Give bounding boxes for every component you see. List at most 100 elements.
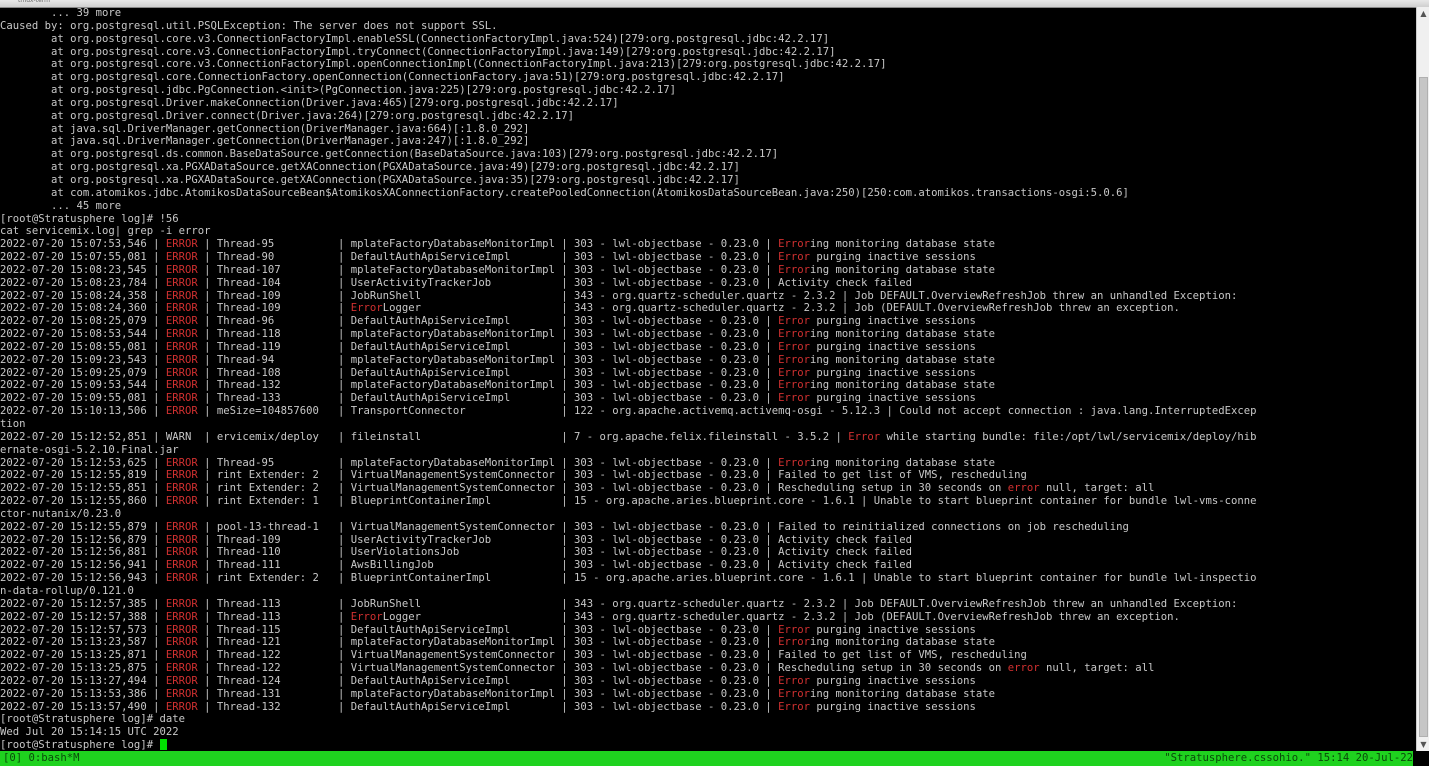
terminal-text: | rint Extender: 2 | BlueprintContainerI…	[197, 572, 1257, 585]
status-window-list[interactable]: [0] 0:bash*M	[3, 751, 80, 766]
terminal-line: 2022-07-20 15:13:23,587 | ERROR | Thread…	[0, 636, 1416, 649]
terminal-text: 2022-07-20 15:09:55,081 |	[0, 392, 166, 405]
error-highlight: Error	[778, 636, 811, 649]
terminal-text: 2022-07-20 15:07:53,546 |	[0, 238, 166, 251]
terminal-line: Wed Jul 20 15:14:15 UTC 2022	[0, 726, 1416, 739]
terminal-text: | Thread-90 | DefaultAuthApiServiceImpl …	[197, 251, 779, 264]
error-highlight: ERROR	[165, 302, 198, 315]
error-highlight: Error	[778, 623, 811, 636]
error-highlight: error	[1007, 482, 1040, 495]
terminal-line: 2022-07-20 15:12:53,625 | ERROR | Thread…	[0, 457, 1416, 470]
shell-prompt: [root@Stratusphere log]#	[0, 739, 160, 751]
terminal-text: at org.postgresql.core.ConnectionFactory…	[0, 71, 785, 84]
error-highlight: Error	[350, 610, 383, 623]
terminal-line: 2022-07-20 15:12:55,819 | ERROR | rint E…	[0, 469, 1416, 482]
terminal-line: 2022-07-20 15:12:55,851 | ERROR | rint E…	[0, 482, 1416, 495]
terminal-text: ernate-osgi-5.2.10.Final.jar	[0, 443, 179, 456]
terminal-text: at org.postgresql.Driver.makeConnection(…	[0, 96, 619, 109]
error-highlight: Error	[778, 674, 811, 687]
terminal-text: at org.postgresql.core.v3.ConnectionFact…	[0, 58, 887, 71]
terminal-text: 2022-07-20 15:12:56,941 |	[0, 559, 166, 572]
terminal-line: 2022-07-20 15:12:56,941 | ERROR | Thread…	[0, 559, 1416, 572]
terminal-text: at org.postgresql.core.v3.ConnectionFact…	[0, 32, 830, 45]
error-highlight: ERROR	[165, 495, 198, 508]
scroll-up-icon[interactable]: ▲	[1417, 7, 1429, 20]
error-highlight: ERROR	[165, 533, 198, 546]
terminal-text: purging inactive sessions	[810, 623, 976, 636]
error-highlight: ERROR	[165, 392, 198, 405]
error-highlight: ERROR	[165, 328, 198, 341]
terminal-line: n-data-rollup/0.121.0	[0, 585, 1416, 598]
terminal-text: at com.atomikos.jdbc.AtomikosDataSourceB…	[0, 186, 1129, 199]
error-highlight: ERROR	[165, 276, 198, 289]
error-highlight: ERROR	[165, 687, 198, 700]
terminal-text: [root@Stratusphere log]# !56	[0, 212, 179, 225]
terminal-line: at org.postgresql.ds.common.BaseDataSour…	[0, 148, 1416, 161]
error-highlight: Error	[778, 238, 811, 251]
error-highlight: Error	[778, 392, 811, 405]
terminal-line: 2022-07-20 15:08:23,784 | ERROR | Thread…	[0, 277, 1416, 290]
terminal-text: | Thread-95 | mplateFactoryDatabaseMonit…	[197, 238, 779, 251]
terminal-text: at org.postgresql.xa.PGXADataSource.getX…	[0, 161, 740, 174]
error-highlight: Error	[778, 353, 811, 366]
scrollbar-thumb[interactable]	[1419, 77, 1428, 737]
terminal-text: 2022-07-20 15:12:57,385 |	[0, 597, 166, 610]
terminal-line: 2022-07-20 15:08:24,358 | ERROR | Thread…	[0, 290, 1416, 303]
scroll-down-icon[interactable]: ▼	[1417, 738, 1429, 751]
error-highlight: ERROR	[165, 353, 198, 366]
error-highlight: ERROR	[165, 674, 198, 687]
terminal-line: 2022-07-20 15:12:55,860 | ERROR | rint E…	[0, 495, 1416, 508]
terminal-text: | Thread-110 | UserViolationsJob | 303 -…	[197, 546, 913, 559]
terminal-text: 2022-07-20 15:12:52,851 | WARN | ervicem…	[0, 430, 849, 443]
terminal-text: ing monitoring database state	[810, 379, 995, 392]
terminal-text: 2022-07-20 15:13:23,587 |	[0, 636, 166, 649]
terminal-text: ... 45 more	[0, 199, 122, 212]
error-highlight: Error	[778, 687, 811, 700]
terminal-text: 2022-07-20 15:12:56,881 |	[0, 546, 166, 559]
error-highlight: ERROR	[165, 469, 198, 482]
terminal-text: | Thread-119 | DefaultAuthApiServiceImpl…	[197, 340, 779, 353]
terminal-text: | Thread-115 | DefaultAuthApiServiceImpl…	[197, 623, 779, 636]
terminal-text: at org.postgresql.xa.PGXADataSource.getX…	[0, 173, 740, 186]
error-highlight: ERROR	[165, 379, 198, 392]
terminal-text: Wed Jul 20 15:14:15 UTC 2022	[0, 726, 179, 739]
error-highlight: ERROR	[165, 610, 198, 623]
terminal-line: at org.postgresql.core.v3.ConnectionFact…	[0, 58, 1416, 71]
terminal-output[interactable]: ... 39 more Caused by: org.postgresql.uti…	[0, 7, 1416, 751]
terminal-line: 2022-07-20 15:13:25,875 | ERROR | Thread…	[0, 662, 1416, 675]
terminal-window: tmux-term ... 39 more Caused by: org.post…	[0, 0, 1429, 766]
terminal-line: Caused by: org.postgresql.util.PSQLExcep…	[0, 20, 1416, 33]
terminal-text: 2022-07-20 15:12:55,819 |	[0, 469, 166, 482]
terminal-text: 2022-07-20 15:12:56,943 |	[0, 572, 166, 585]
tmux-status-bar: [0] 0:bash*M "Stratusphere.cssohio." 15:…	[0, 751, 1413, 766]
terminal-text: at org.postgresql.Driver.connect(Driver.…	[0, 109, 575, 122]
terminal-line: 2022-07-20 15:08:53,544 | ERROR | Thread…	[0, 328, 1416, 341]
terminal-text: 2022-07-20 15:13:57,490 |	[0, 700, 166, 713]
terminal-line: at org.postgresql.xa.PGXADataSource.getX…	[0, 174, 1416, 187]
vertical-scrollbar[interactable]: ▲ ▼	[1416, 7, 1429, 751]
terminal-text: Logger | 343 - org.quartz-scheduler.quar…	[382, 610, 1180, 623]
terminal-text: | Thread-122 | VirtualManagementSystemCo…	[197, 662, 1008, 675]
terminal-text: | Thread-96 | DefaultAuthApiServiceImpl …	[197, 315, 779, 328]
terminal-text: | Thread-94 | mplateFactoryDatabaseMonit…	[197, 353, 779, 366]
terminal-line: 2022-07-20 15:13:57,490 | ERROR | Thread…	[0, 701, 1416, 714]
prompt-line[interactable]: [root@Stratusphere log]#	[0, 739, 1416, 751]
terminal-line: tion	[0, 418, 1416, 431]
terminal-line: 2022-07-20 15:12:57,385 | ERROR | Thread…	[0, 598, 1416, 611]
terminal-text: at org.postgresql.core.v3.ConnectionFact…	[0, 45, 836, 58]
terminal-line: at org.postgresql.core.v3.ConnectionFact…	[0, 33, 1416, 46]
terminal-text: 2022-07-20 15:08:25,079 |	[0, 315, 166, 328]
terminal-line: 2022-07-20 15:13:27,494 | ERROR | Thread…	[0, 675, 1416, 688]
error-highlight: ERROR	[165, 366, 198, 379]
status-host-time: "Stratusphere.cssohio." 15:14 20-Jul-22	[1164, 752, 1413, 764]
error-highlight: ERROR	[165, 520, 198, 533]
terminal-text: 2022-07-20 15:13:53,386 |	[0, 687, 166, 700]
terminal-text: | pool-13-thread-1 | VirtualManagementSy…	[197, 520, 1129, 533]
terminal-text: 2022-07-20 15:08:53,544 |	[0, 328, 166, 341]
terminal-line: 2022-07-20 15:07:53,546 | ERROR | Thread…	[0, 238, 1416, 251]
terminal-text: ing monitoring database state	[810, 328, 995, 341]
terminal-text: at java.sql.DriverManager.getConnection(…	[0, 122, 530, 135]
terminal-text: 2022-07-20 15:12:56,879 |	[0, 533, 166, 546]
terminal-line: at org.postgresql.core.v3.ConnectionFact…	[0, 46, 1416, 59]
terminal-line: 2022-07-20 15:08:55,081 | ERROR | Thread…	[0, 341, 1416, 354]
